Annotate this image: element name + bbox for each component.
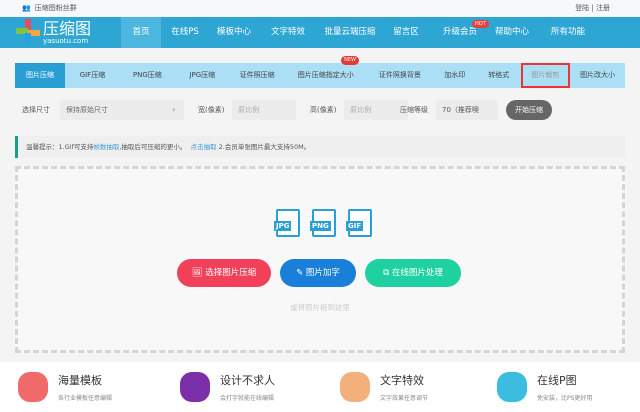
tab-compress-to-size[interactable]: 图片压缩指定大小 NEW: [285, 56, 367, 88]
format-label: PNG: [310, 221, 331, 231]
select-image-compress-button[interactable]: 🖼 选择图片压缩: [177, 259, 271, 287]
gif-file-icon: GIF: [346, 209, 372, 237]
nav-text-effects[interactable]: 文字特效: [264, 17, 312, 48]
tip-text-suffix: 2.会员单张图片最大支持50M。: [216, 143, 311, 151]
chevron-down-icon: ▾: [172, 106, 176, 114]
nav-help[interactable]: 帮助中心: [488, 17, 536, 48]
feature-design[interactable]: 设计不求人会打字就能在线编辑: [180, 372, 275, 402]
new-badge: NEW: [341, 56, 359, 65]
main-nav: 压缩图 yasuotu.com 首页 在线PS 模板中心 文字特效 批量云端压缩 …: [0, 17, 640, 48]
level-select[interactable]: 70（推荐噢: [436, 100, 498, 120]
compress-options: 选择尺寸 保持原始尺寸 ▾ 宽(像素) 原比例 高(像素) 原比例 压缩等级 70…: [22, 100, 622, 120]
jpg-file-icon: JPG: [274, 209, 300, 237]
tab-gif-compress[interactable]: GIF压缩: [65, 63, 120, 88]
height-label: 高(像素): [310, 106, 337, 114]
feature-title: 在线P图: [537, 374, 577, 387]
nav-templates[interactable]: 模板中心: [210, 17, 258, 48]
size-value: 保持原始尺寸: [66, 106, 108, 114]
tool-tabs: 图片压缩 GIF压缩 PNG压缩 JPG压缩 证件照压缩 图片压缩指定大小 NEW…: [15, 56, 625, 88]
palette-icon: [180, 372, 210, 402]
login-register-link[interactable]: 登陆 | 注册: [575, 3, 610, 13]
tab-png-compress[interactable]: PNG压缩: [120, 63, 175, 88]
frame-extract-link[interactable]: 帧数抽取: [93, 143, 119, 151]
tip-box: 温馨提示：1.Gif可支持帧数抽取,抽取后可压缩的更小。 点击抽取 2.会员单张…: [15, 136, 625, 158]
button-label: 选择图片压缩: [205, 268, 257, 278]
top-bar: 👥 压缩图粉丝群 登陆 | 注册: [0, 0, 640, 17]
pencil-icon: [497, 372, 527, 402]
tip-text-mid: ,抽取后可压缩的更小。: [119, 143, 187, 151]
nav-home[interactable]: 首页: [121, 17, 161, 48]
button-label: 在线图片处理: [391, 268, 443, 278]
feature-desc: 文字效果任意调节: [380, 395, 429, 402]
size-select[interactable]: 保持原始尺寸 ▾: [60, 100, 184, 120]
logo-domain: yasuotu.com: [43, 36, 89, 45]
features-section: 海量模板各行业模板任意编辑 设计不求人会打字就能在线编辑 文字特效文字效果任意调…: [0, 362, 640, 412]
tip-text: 温馨提示：1.Gif可支持: [26, 143, 94, 151]
layers-icon: [18, 372, 48, 402]
tab-image-crop[interactable]: 图片裁剪: [520, 63, 571, 88]
tab-image-resize[interactable]: 图片改大小: [570, 63, 625, 88]
edit-icon: ✎: [296, 268, 306, 278]
tab-id-photo-compress[interactable]: 证件照压缩: [230, 63, 285, 88]
button-label: 图片加字: [305, 268, 340, 278]
tab-id-photo-background[interactable]: 证件照换背景: [367, 63, 433, 88]
tab-label: 图片压缩指定大小: [297, 71, 354, 79]
feature-title: 海量模板: [58, 374, 102, 387]
hot-badge: HOT: [472, 20, 489, 28]
feature-desc: 会打字就能在线编辑: [220, 395, 275, 402]
size-label: 选择尺寸: [22, 106, 50, 114]
logo-title: 压缩图: [43, 18, 92, 38]
feature-templates[interactable]: 海量模板各行业模板任意编辑: [18, 372, 112, 402]
level-label: 压缩等级: [400, 106, 428, 114]
image-add-text-button[interactable]: ✎ 图片加字: [280, 259, 356, 287]
drop-hint: 或将照片拖到这里: [290, 303, 350, 312]
drop-zone[interactable]: JPG PNG GIF 🖼 选择图片压缩 ✎ 图片加字 ⧉ 在线图片处理 或将照…: [15, 166, 625, 353]
format-label: JPG: [274, 221, 292, 231]
feature-title: 文字特效: [380, 374, 424, 387]
number-one-icon: [340, 372, 370, 402]
image-icon: 🖼: [191, 268, 206, 278]
logo-cross-icon: [16, 19, 40, 45]
tab-jpg-compress[interactable]: JPG压缩: [175, 63, 230, 88]
nav-message-board[interactable]: 留言区: [390, 17, 422, 48]
png-file-icon: PNG: [310, 209, 336, 237]
nav-batch-compress[interactable]: 批量云端压缩: [318, 17, 382, 48]
nav-online-ps[interactable]: 在线PS: [165, 17, 205, 48]
width-input[interactable]: 原比例: [232, 100, 296, 120]
feature-text-effects[interactable]: 文字特效文字效果任意调节: [340, 372, 428, 402]
height-input[interactable]: 原比例: [344, 100, 408, 120]
nav-all-features[interactable]: 所有功能: [544, 17, 592, 48]
click-extract-link[interactable]: 点击抽取: [191, 143, 217, 151]
feature-online-ps[interactable]: 在线P图免安装，比PS更好用: [497, 372, 592, 402]
feature-desc: 免安装，比PS更好用: [537, 395, 593, 402]
feature-desc: 各行业模板任意编辑: [58, 395, 113, 402]
user-group-icon: 👥: [22, 4, 31, 12]
crop-icon: ⧉: [383, 268, 392, 278]
feature-title: 设计不求人: [220, 374, 275, 387]
online-image-edit-button[interactable]: ⧉ 在线图片处理: [365, 259, 461, 287]
tab-watermark[interactable]: 加水印: [433, 63, 477, 88]
width-label: 宽(像素): [198, 106, 225, 114]
start-compress-button[interactable]: 开始压缩: [506, 100, 552, 120]
tab-convert-format[interactable]: 转格式: [477, 63, 521, 88]
format-label: GIF: [346, 221, 364, 231]
fans-group-link[interactable]: 压缩图粉丝群: [35, 3, 77, 13]
logo[interactable]: 压缩图 yasuotu.com: [16, 19, 91, 45]
tab-image-compress[interactable]: 图片压缩: [15, 63, 65, 88]
